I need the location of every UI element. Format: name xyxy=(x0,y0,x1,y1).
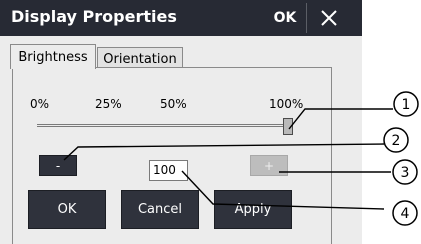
svg-text:1: 1 xyxy=(402,97,411,113)
callout-1: 1 xyxy=(393,91,419,117)
callout-2: 2 xyxy=(383,127,409,153)
tab-brightness[interactable]: Brightness xyxy=(10,44,96,69)
svg-text:4: 4 xyxy=(401,206,410,222)
callout-leader-lines xyxy=(63,108,393,210)
svg-text:2: 2 xyxy=(392,133,401,149)
callout-3: 3 xyxy=(392,159,418,185)
callout-overlay: 1 2 3 4 xyxy=(63,91,419,226)
svg-text:3: 3 xyxy=(401,165,410,181)
callout-4: 4 xyxy=(392,200,418,226)
